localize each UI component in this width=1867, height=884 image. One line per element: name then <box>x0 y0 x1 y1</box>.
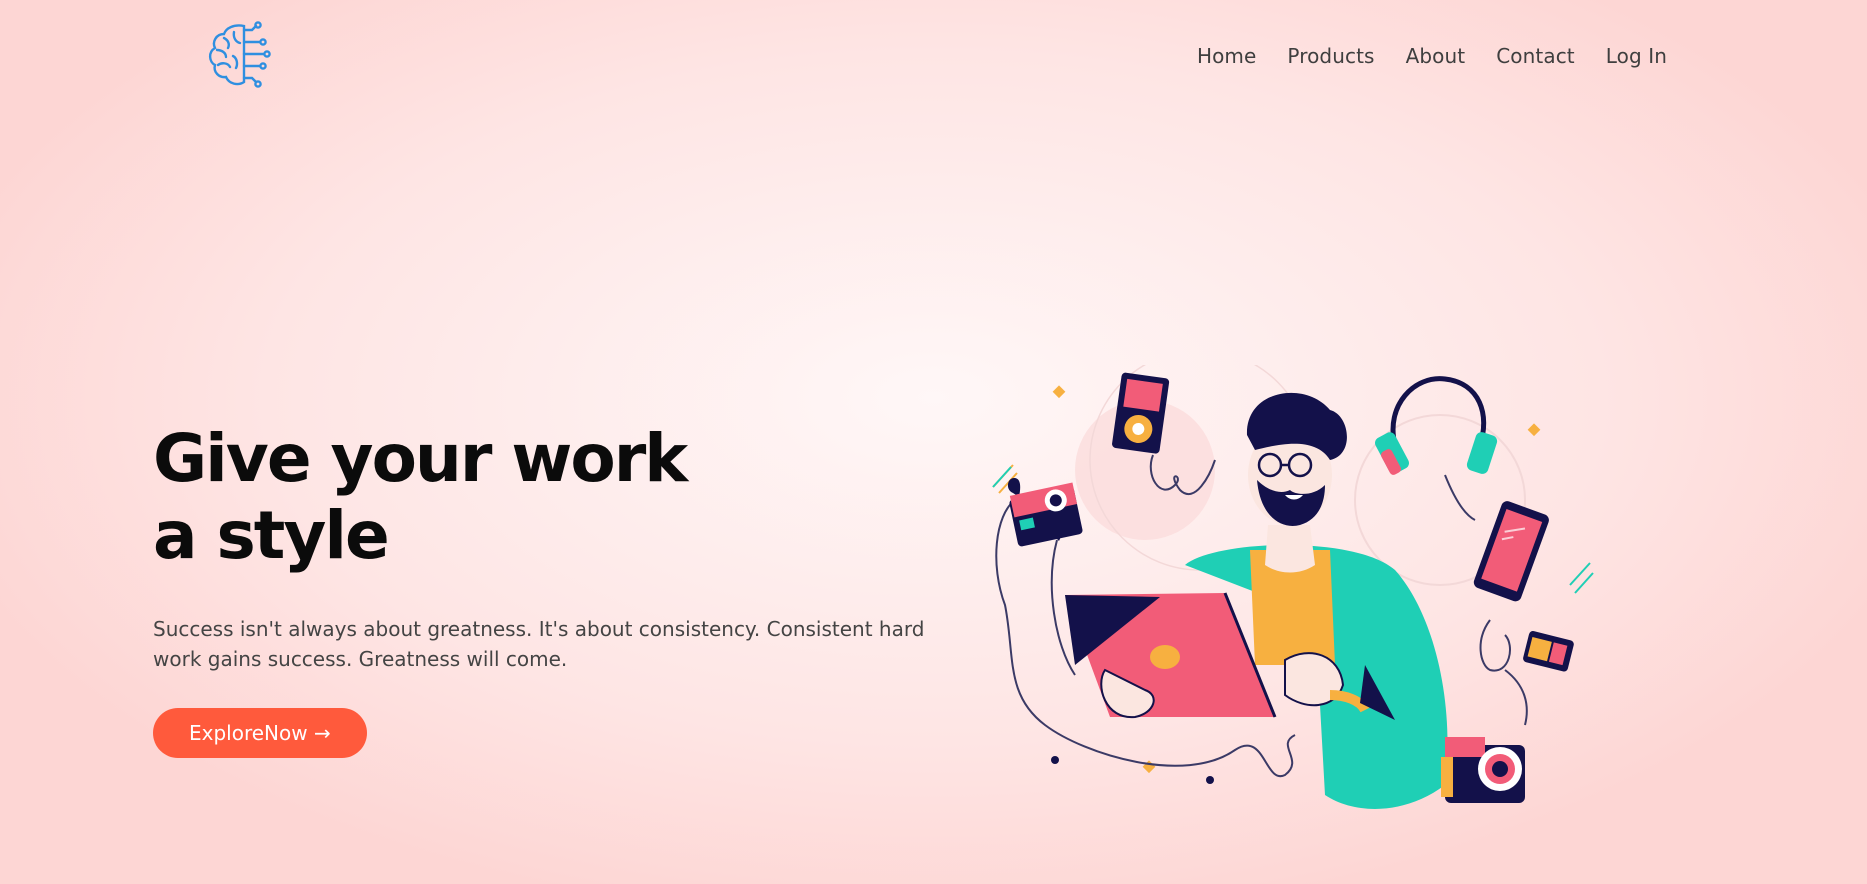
hero-title-line-1: Give your work <box>153 420 688 497</box>
nav-products[interactable]: Products <box>1287 44 1374 68</box>
logo[interactable] <box>200 20 280 90</box>
explore-now-button[interactable]: ExploreNow → <box>153 708 367 758</box>
nav-about[interactable]: About <box>1406 44 1466 68</box>
man-with-laptop-and-gadgets-illustration <box>992 349 1594 809</box>
hero-title-line-2: a style <box>153 497 390 574</box>
hero-title: Give your work a style <box>153 420 953 574</box>
nav-home[interactable]: Home <box>1197 44 1256 68</box>
hero-illustration <box>985 349 1600 825</box>
nav-login[interactable]: Log In <box>1606 44 1667 68</box>
hero-section: Give your work a style Success isn't alw… <box>153 420 953 758</box>
brain-circuit-icon <box>208 21 271 88</box>
hero-description: Success isn't always about greatness. It… <box>153 617 925 671</box>
nav-contact[interactable]: Contact <box>1496 44 1575 68</box>
main-nav: Home Products About Contact Log In <box>1197 44 1667 68</box>
